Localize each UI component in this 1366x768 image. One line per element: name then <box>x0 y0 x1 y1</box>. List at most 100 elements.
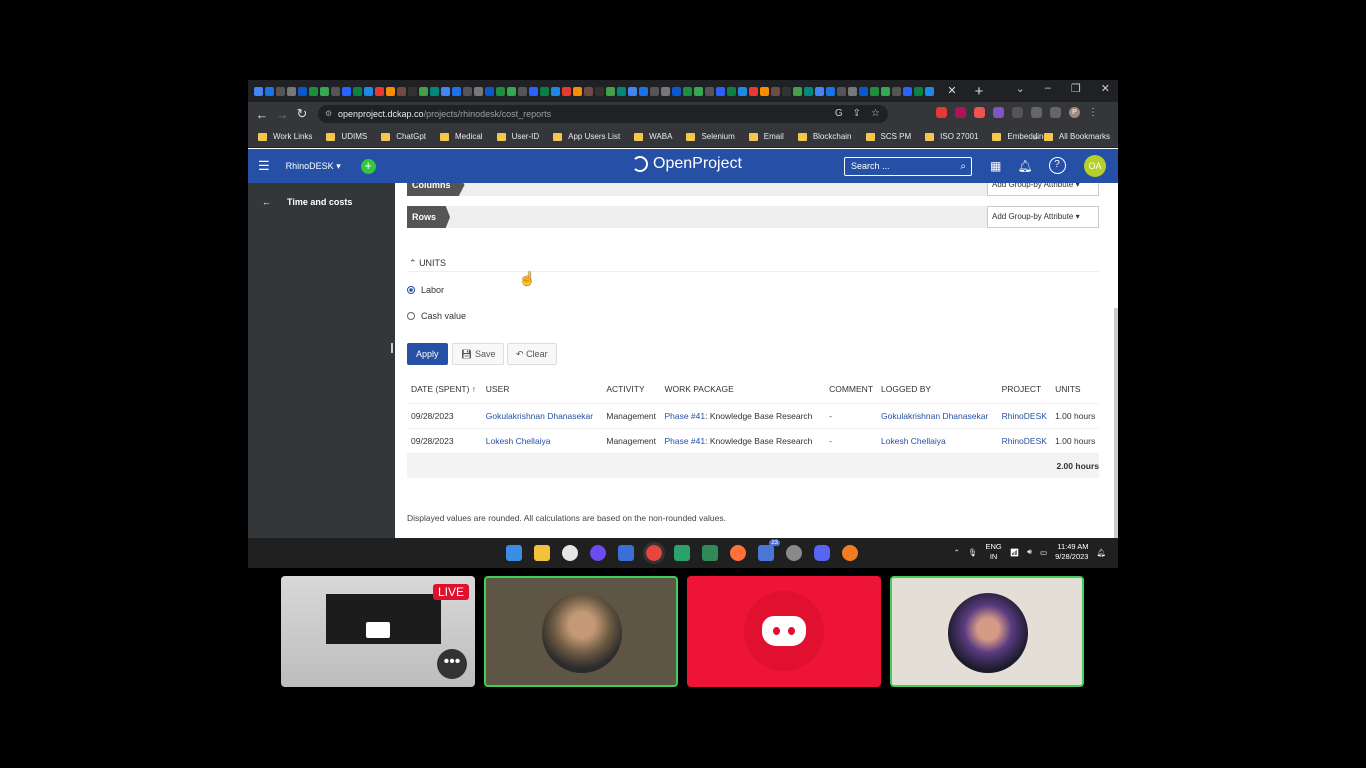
rows-groupby-select[interactable]: Add Group-by Attribute ▾ <box>987 206 1099 228</box>
tab-favicon-icon[interactable] <box>782 86 791 96</box>
cell-user-link[interactable]: Gokulakrishnan Dhanasekar <box>481 402 603 428</box>
tab-favicon-icon[interactable] <box>859 86 868 96</box>
col-header-project[interactable]: PROJECT <box>998 375 1051 403</box>
minimize-icon[interactable]: – <box>1045 82 1051 95</box>
tab-favicon-icon[interactable] <box>375 86 384 96</box>
bookmark-item[interactable]: ChatGpt <box>381 132 426 141</box>
close-window-icon[interactable]: ✕ <box>1101 82 1110 95</box>
tab-favicon-icon[interactable] <box>826 86 835 96</box>
extension-icon[interactable] <box>936 107 947 118</box>
tab-favicon-icon[interactable] <box>265 86 274 96</box>
chevron-up-icon[interactable]: ⌃ <box>954 548 960 557</box>
extension-icon[interactable] <box>974 107 985 118</box>
tab-favicon-icon[interactable] <box>881 86 890 96</box>
tab-favicon-icon[interactable] <box>914 86 923 96</box>
tab-favicon-icon[interactable] <box>507 86 516 96</box>
radio-button[interactable] <box>407 286 415 294</box>
tab-favicon-icon[interactable] <box>903 86 912 96</box>
reload-icon[interactable]: ↻ <box>292 106 312 122</box>
tab-favicon-icon[interactable] <box>518 86 527 96</box>
settings-gear-icon[interactable] <box>786 545 802 561</box>
tab-favicon-icon[interactable] <box>276 86 285 96</box>
tab-favicon-icon[interactable] <box>441 86 450 96</box>
tab-favicon-icon[interactable] <box>419 86 428 96</box>
meet-icon[interactable] <box>674 545 690 561</box>
tab-favicon-icon[interactable] <box>540 86 549 96</box>
tab-favicon-icon[interactable] <box>573 86 582 96</box>
tab-favicon-icon[interactable] <box>364 86 373 96</box>
tab-favicon-icon[interactable] <box>452 86 461 96</box>
tab-favicon-icon[interactable] <box>793 86 802 96</box>
more-options-button[interactable]: ••• <box>437 649 467 679</box>
bookmark-star-icon[interactable]: ☆ <box>871 105 880 123</box>
site-info-icon[interactable]: ⚙ <box>325 105 332 123</box>
cell-logged-by-link[interactable]: Lokesh Chellaiya <box>877 427 998 453</box>
postman-icon[interactable] <box>842 545 858 561</box>
units-section-toggle[interactable]: ⌃ UNITS <box>409 258 446 269</box>
col-header-date[interactable]: DATE (SPENT) ↑ <box>407 375 482 403</box>
google-icon[interactable]: G <box>835 105 843 123</box>
tab-favicon-icon[interactable] <box>430 86 439 96</box>
tab-favicon-icon[interactable] <box>705 86 714 96</box>
help-icon[interactable]: ? <box>1048 157 1066 174</box>
tab-favicon-icon[interactable] <box>738 86 747 96</box>
tab-favicon-icon[interactable] <box>342 86 351 96</box>
search-icon[interactable]: ⌕ <box>960 158 966 175</box>
tab-favicon-icon[interactable] <box>529 86 538 96</box>
sidebar-title[interactable]: Time and costs <box>287 197 352 207</box>
bookmark-item[interactable]: Selenium <box>686 132 735 141</box>
new-tab-icon[interactable]: + <box>972 83 986 100</box>
tab-favicon-icon[interactable] <box>749 86 758 96</box>
slack-icon[interactable] <box>562 545 578 561</box>
tab-favicon-icon[interactable] <box>848 86 857 96</box>
profile-avatar[interactable]: P <box>1069 107 1080 118</box>
tab-favicon-icon[interactable] <box>672 86 681 96</box>
back-arrow-icon[interactable]: ← <box>262 197 271 207</box>
tab-favicon-icon[interactable] <box>760 86 769 96</box>
col-header-work-package[interactable]: WORK PACKAGE <box>660 375 825 403</box>
work-package-link[interactable]: Phase #41 <box>664 411 705 421</box>
tab-favicon-icon[interactable] <box>815 86 824 96</box>
cell-project-link[interactable]: RhinoDESK <box>997 427 1052 453</box>
search-input[interactable]: Search ... ⌕ <box>844 157 972 176</box>
radio-button[interactable] <box>407 312 415 320</box>
zoho-icon[interactable] <box>590 545 606 561</box>
col-header-comment[interactable]: COMMENT <box>825 375 877 403</box>
col-header-logged-by[interactable]: LOGGED BY <box>877 375 998 403</box>
bookmark-item[interactable]: Embedding <box>992 132 1048 141</box>
tab-favicon-icon[interactable] <box>595 86 604 96</box>
language-indicator[interactable]: ENG IN <box>985 542 1001 562</box>
tab-favicon-icon[interactable] <box>496 86 505 96</box>
radio-labor[interactable]: Labor <box>407 285 444 295</box>
clock[interactable]: 11:49 AM 9/28/2023 <box>1055 542 1088 562</box>
bookmark-item[interactable]: Work Links <box>258 132 312 141</box>
tab-favicon-icon[interactable] <box>562 86 571 96</box>
back-icon[interactable]: ← <box>252 107 272 122</box>
bookmark-item[interactable]: UDIMS <box>326 132 367 141</box>
col-header-units[interactable]: UNITS <box>1051 375 1099 403</box>
project-selector[interactable]: RhinoDESK ▾ <box>286 161 341 172</box>
tab-favicon-icon[interactable] <box>551 86 560 96</box>
participant-tile-discord[interactable] <box>687 576 881 687</box>
bookmark-item[interactable]: ISO 27001 <box>925 132 978 141</box>
sidebar-resize-handle[interactable] <box>391 343 393 353</box>
radio-cash-value[interactable]: Cash value <box>407 311 466 321</box>
puzzle-icon[interactable] <box>1012 107 1023 118</box>
all-bookmarks[interactable]: All Bookmarks <box>1043 132 1110 141</box>
tab-favicon-icon[interactable] <box>353 86 362 96</box>
work-package-link[interactable]: Phase #41 <box>664 436 705 446</box>
participant-tile-screen[interactable]: LIVE ••• <box>281 576 475 687</box>
tab-favicon-icon[interactable] <box>892 86 901 96</box>
bookmarks-overflow[interactable]: » <box>1033 132 1038 142</box>
bookmark-item[interactable]: Email <box>748 132 784 141</box>
close-tab-icon[interactable]: ✕ <box>946 85 958 97</box>
firefox-icon[interactable] <box>730 545 746 561</box>
modules-grid-icon[interactable]: ▦ <box>990 159 1001 173</box>
bookmark-item[interactable]: User-ID <box>496 132 539 141</box>
tab-favicon-icon[interactable] <box>397 86 406 96</box>
windows-start-icon[interactable] <box>506 545 522 561</box>
tab-favicon-icon[interactable] <box>298 86 307 96</box>
participant-tile-speaking[interactable] <box>484 576 678 687</box>
restore-icon[interactable]: ❐ <box>1071 82 1081 95</box>
side-panel-icon[interactable] <box>1050 107 1061 118</box>
